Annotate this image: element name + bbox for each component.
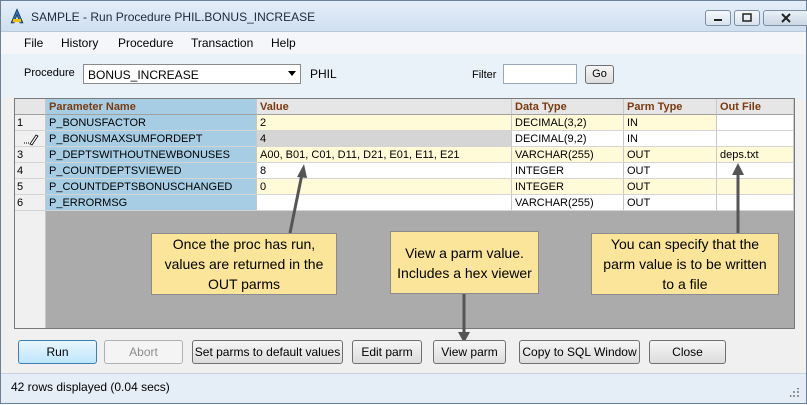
abort-button[interactable]: Abort	[104, 340, 183, 364]
set-defaults-button[interactable]: Set parms to default values	[192, 340, 343, 364]
resize-grip-icon[interactable]	[790, 388, 800, 398]
status-text: 42 rows displayed (0.04 secs)	[11, 380, 170, 394]
run-button[interactable]: Run	[18, 340, 97, 364]
edit-parm-button[interactable]: Edit parm	[352, 340, 422, 364]
app-window: SAMPLE - Run Procedure PHIL.BONUS_INCREA…	[0, 0, 807, 404]
arrow-to-out-file-icon	[732, 163, 744, 233]
arrow-to-view-button-icon	[458, 294, 470, 343]
copy-to-sql-window-button[interactable]: Copy to SQL Window	[519, 340, 640, 364]
view-parm-button[interactable]: View parm	[433, 340, 506, 364]
status-bar: 42 rows displayed (0.04 secs)	[1, 373, 806, 403]
arrow-to-value-icon	[288, 164, 307, 234]
close-button[interactable]: Close	[649, 340, 726, 364]
